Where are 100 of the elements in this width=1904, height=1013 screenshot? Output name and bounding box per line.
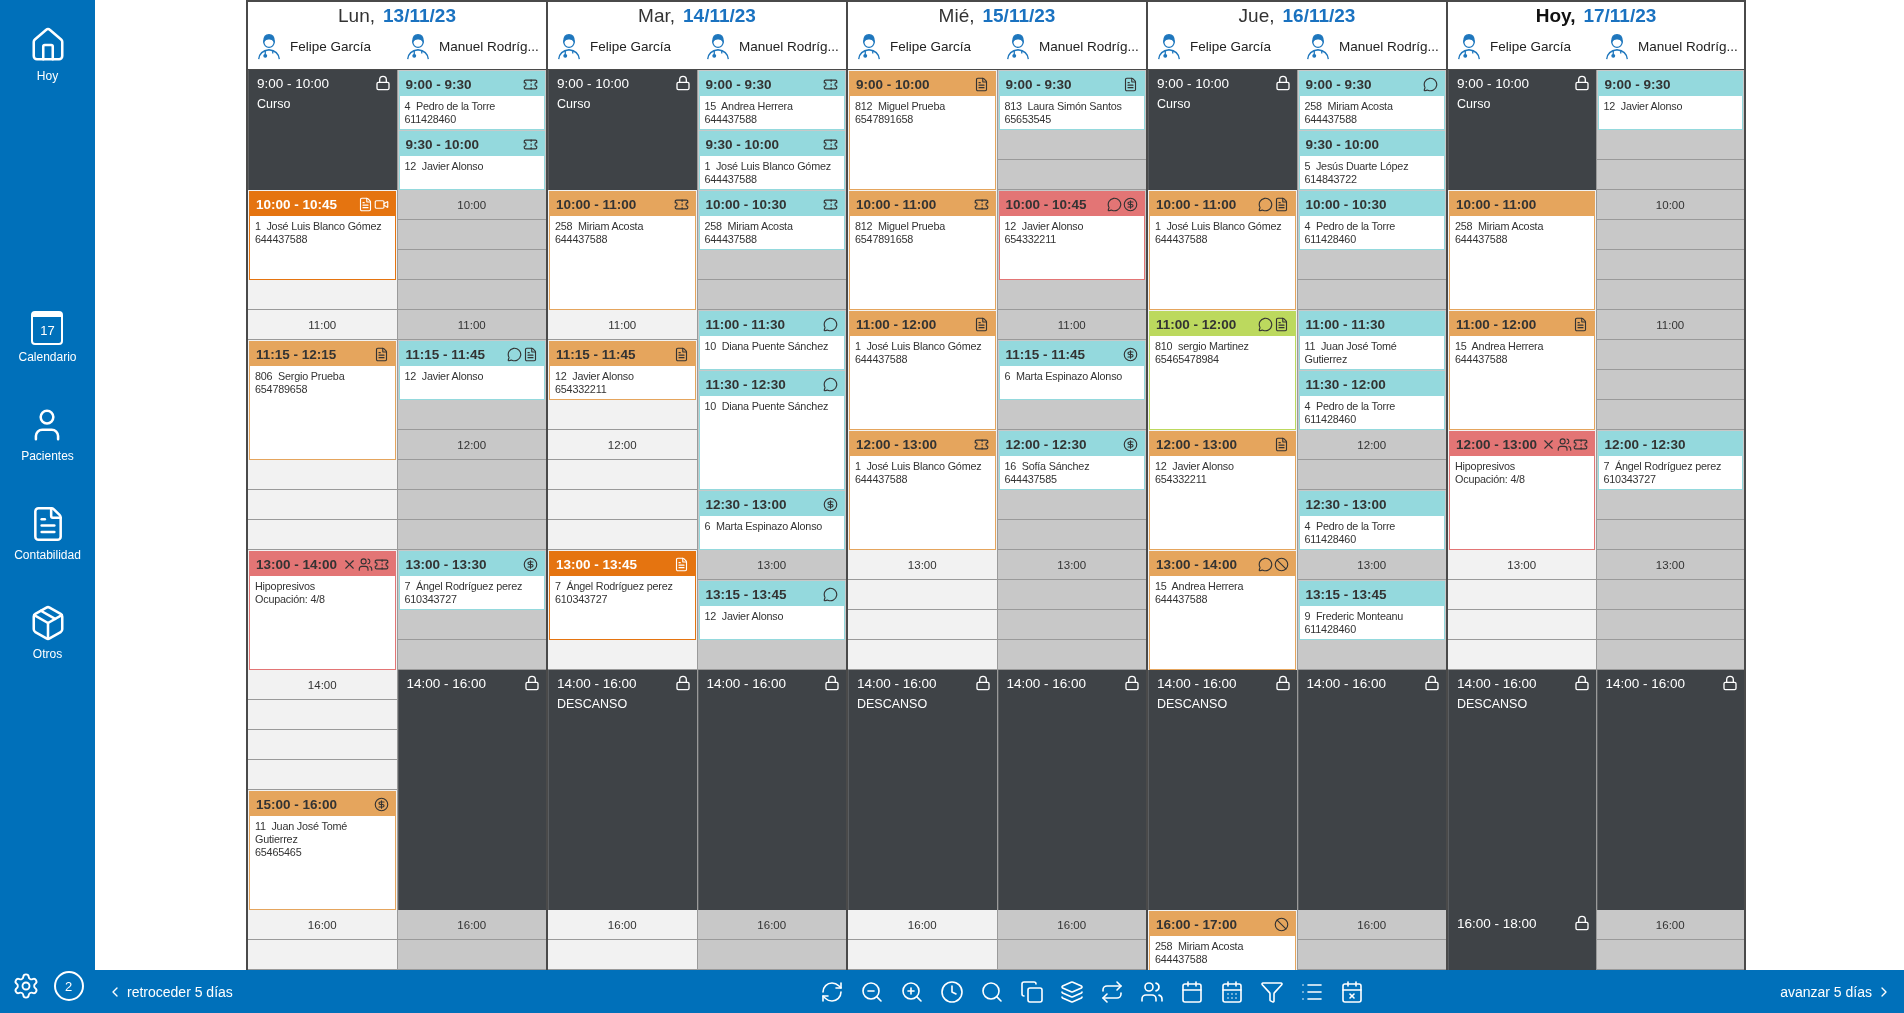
appointment-card[interactable]: 12:00 - 13:00 12 Javier Alonso 654332211 [1149,431,1296,550]
lock-icon [974,675,991,691]
patient-phone: 654332211 [1154,473,1208,486]
time-range: 16:00 - 17:00 [1156,916,1238,932]
appointment-card[interactable]: 9:00 - 9:30 258 Miriam Acosta 644437588 [1298,71,1445,130]
lock-icon [824,675,840,691]
appointment-card[interactable]: 9:30 - 10:00 1 José Luis Blanco Gómez 644437588 [698,131,845,190]
calendar-cross-icon[interactable] [1339,979,1364,1004]
blocked-time[interactable]: 9:00 - 10:00 Curso [248,70,397,190]
time-range: 11:30 - 12:30 [705,376,786,392]
appointment-card[interactable]: 10:00 - 11:00 258 Miriam Acosta 644437588 [1449,191,1595,310]
appointment-card[interactable]: 9:00 - 9:30 15 Andrea Herrera 644437588 [698,71,845,130]
patient-name: 1 José Luis Blanco Gómez [254,219,383,233]
filter-icon[interactable] [1259,979,1284,1004]
block-title: DESCANSO [1157,697,1229,711]
appointment-card[interactable]: 11:30 - 12:30 10 Diana Puente Sánchez [698,371,845,490]
blocked-time[interactable]: 14:00 - 16:00 DESCANSO [1148,670,1297,910]
calendar-icon[interactable] [1179,979,1204,1004]
appointment-card[interactable]: 11:15 - 11:45 6 Marta Espinazo Alonso [998,341,1145,400]
zoom-in-icon[interactable] [899,979,924,1004]
calendar-grid-icon[interactable] [1219,979,1244,1004]
refresh-icon[interactable] [819,979,844,1004]
back-button[interactable]: retroceder 5 días [103,979,237,1004]
appointment-card[interactable]: 9:00 - 10:00 812 Miguel Prueba 6547891658 [849,71,996,190]
sidebar-item[interactable]: Contabilidad [12,501,83,566]
patient-name: 12 Javier Alonso [554,369,635,383]
patient-name: 12 Javier Alonso [1602,99,1684,113]
blocked-time[interactable]: 14:00 - 16:00 [697,670,846,910]
clock-icon[interactable] [939,979,964,1004]
time-range: 9:00 - 9:30 [405,76,472,92]
appointment-card[interactable]: 12:00 - 12:30 7 Ángel Rodríguez perez 610343727 [1597,431,1743,490]
appointment-card[interactable]: 12:30 - 13:00 6 Marta Espinazo Alonso [698,491,845,550]
appointment-card[interactable]: 11:30 - 12:00 4 Pedro de la Torre 611428460 [1298,371,1445,430]
lock-icon [1573,75,1590,91]
time-range: 11:00 - 12:00 [856,316,937,332]
patient-phone: 654332211 [1003,233,1057,246]
appointment-card[interactable]: 13:15 - 13:45 9 Frederic Monteanu 611428460 [1298,581,1445,640]
appointment-card[interactable]: 12:00 - 12:30 16 Sofía Sánchez 644437585 [998,431,1145,490]
patient-name: 10 Diana Puente Sánchez [703,399,830,413]
appointment-card[interactable]: 10:00 - 10:45 12 Javier Alonso 654332211 [998,191,1145,280]
search-icon[interactable] [979,979,1004,1004]
appointment-card[interactable]: 11:00 - 11:30 10 Diana Puente Sánchez [698,311,845,370]
time-range: 10:00 - 10:45 [1005,196,1087,212]
appointment-card[interactable]: 11:00 - 12:00 1 José Luis Blanco Gómez 644437588 [849,311,996,430]
blocked-time[interactable]: 14:00 - 16:00 [1297,670,1446,910]
people-icon[interactable] [1139,979,1164,1004]
time-range: 13:15 - 13:45 [1305,586,1387,602]
blocked-time[interactable]: 9:00 - 10:00 Curso [1448,70,1596,190]
appointment-card[interactable]: 9:30 - 10:00 12 Javier Alonso [398,131,545,190]
appointment-card[interactable]: 11:00 - 12:00 15 Andrea Herrera 644437588 [1449,311,1595,430]
blocked-time[interactable]: 14:00 - 16:00 DESCANSO [848,670,997,910]
appointment-card[interactable]: 10:00 - 10:45 1 José Luis Blanco Gómez 644437588 [249,191,396,280]
appointment-card[interactable]: 9:00 - 9:30 4 Pedro de la Torre 611428460 [398,71,545,130]
blocked-time[interactable]: 9:00 - 10:00 Curso [1148,70,1297,190]
sidebar-item[interactable]: 17 Calendario [16,307,79,368]
appointment-card[interactable]: 16:00 - 17:00 258 Miriam Acosta 644437588 [1149,911,1296,970]
appointment-card[interactable]: 13:00 - 14:00 15 Andrea Herrera 644437588 [1149,551,1296,670]
appointment-card[interactable]: 10:00 - 11:00 1 José Luis Blanco Gómez 644437588 [1149,191,1296,310]
appointment-card[interactable]: 11:00 - 11:30 11 Juan José Tomé Gutierrez [1298,311,1445,370]
appointment-card[interactable]: 9:00 - 9:30 813 Laura Simón Santos 65653545 [998,71,1145,130]
patient-name: 16 Sofía Sánchez [1003,459,1091,473]
appointment-card[interactable]: 13:00 - 13:30 7 Ángel Rodríguez perez 610343727 [398,551,545,610]
appointment-card[interactable]: 11:15 - 11:45 12 Javier Alonso [398,341,545,400]
blocked-time[interactable]: 9:00 - 10:00 Curso [548,70,697,190]
layers-icon[interactable] [1059,979,1084,1004]
time-range: 10:00 - 11:00 [556,196,637,212]
blocked-time[interactable]: 14:00 - 16:00 [1596,670,1744,910]
blocked-time[interactable]: 14:00 - 16:00 [397,670,546,910]
blocked-time[interactable]: 14:00 - 16:00 [997,670,1146,910]
sidebar-item[interactable]: Otros [26,600,69,665]
appointment-card[interactable]: 9:00 - 9:30 12 Javier Alonso [1597,71,1743,130]
sidebar-item[interactable]: Hoy [26,22,69,87]
appointment-card[interactable]: 13:00 - 13:45 7 Ángel Rodríguez perez 610343727 [549,551,696,640]
appointment-card[interactable]: 10:00 - 10:30 258 Miriam Acosta 644437588 [698,191,845,250]
appointment-card[interactable]: 12:00 - 13:00 Hipopresivos Ocupación: 4/8 [1449,431,1595,550]
appointment-card[interactable]: 11:15 - 12:15 806 Sergio Prueba 654789658 [249,341,396,460]
appointment-card[interactable]: 11:00 - 12:00 810 sergio Martinez 65465478984 [1149,311,1296,430]
notification-count[interactable]: 2 [53,971,84,1001]
patient-name: 1 José Luis Blanco Gómez [703,159,832,173]
forward-button[interactable]: avanzar 5 días [1776,979,1896,1004]
copy-icon[interactable] [1019,979,1044,1004]
sidebar-item[interactable]: Pacientes [19,402,76,467]
appointment-card[interactable]: 13:15 - 13:45 12 Javier Alonso [698,581,845,640]
appointment-card[interactable]: 15:00 - 16:00 11 Juan José Tomé Gutierrez 65465465 [249,791,396,910]
appointment-card[interactable]: 11:15 - 11:45 12 Javier Alonso 654332211 [549,341,696,400]
blocked-time[interactable]: 16:00 - 18:00 [1448,910,1596,970]
zoom-out-icon[interactable] [859,979,884,1004]
appointment-card[interactable]: 13:00 - 14:00 Hipopresivos Ocupación: 4/8 [249,551,396,670]
appointment-card[interactable]: 9:30 - 10:00 5 Jesús Duarte López 614843722 [1298,131,1445,190]
staff-name: Manuel Rodríg... [1039,38,1139,54]
appointment-card[interactable]: 12:30 - 13:00 4 Pedro de la Torre 611428460 [1298,491,1445,550]
appointment-card[interactable]: 10:00 - 10:30 4 Pedro de la Torre 611428460 [1298,191,1445,250]
blocked-time[interactable]: 14:00 - 16:00 DESCANSO [548,670,697,910]
time-range: 9:00 - 10:00 [1157,75,1230,91]
appointment-card[interactable]: 12:00 - 13:00 1 José Luis Blanco Gómez 644437588 [849,431,996,550]
appointment-card[interactable]: 10:00 - 11:00 812 Miguel Prueba 6547891658 [849,191,996,310]
repeat-icon[interactable] [1099,979,1124,1004]
time-range: 9:00 - 10:00 [1457,75,1530,91]
appointment-card[interactable]: 10:00 - 11:00 258 Miriam Acosta 644437588 [549,191,696,310]
blocked-time[interactable]: 14:00 - 16:00 DESCANSO [1448,670,1596,910]
